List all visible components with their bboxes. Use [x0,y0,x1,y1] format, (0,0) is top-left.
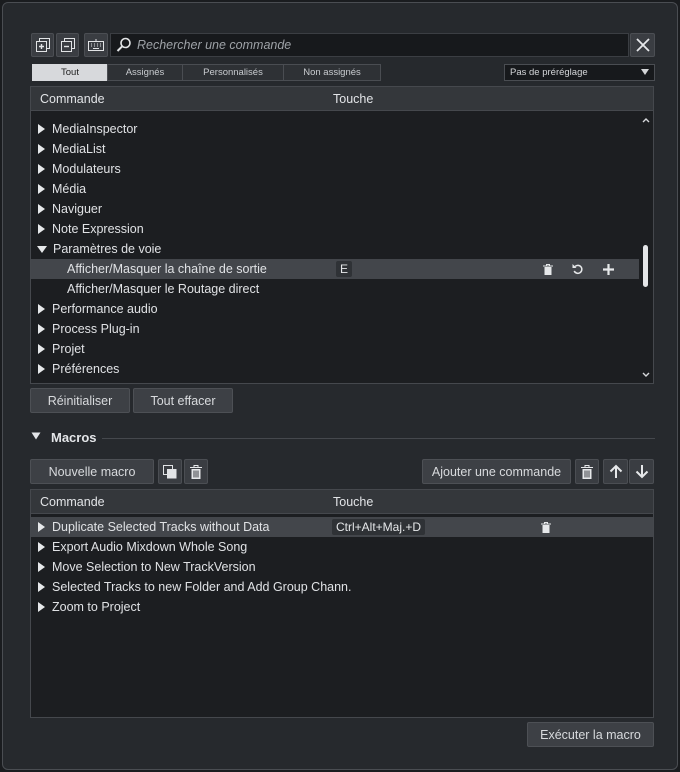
tree-row[interactable]: Paramètres de voie [31,239,639,259]
filter-tabs: Tout Assignés Personnalisés Non assignés [32,64,381,81]
add-command-button[interactable]: Ajouter une commande [422,459,571,484]
commands-scrollbar[interactable] [639,111,653,383]
macro-row[interactable]: Move Selection to New TrackVersion [31,557,653,577]
arrow-down-icon [635,465,648,479]
macro-row-selected[interactable]: Duplicate Selected Tracks without Data C… [31,517,653,537]
delete-key-button[interactable] [541,262,555,276]
trash-icon [543,263,553,275]
collapse-all-button[interactable] [56,33,79,57]
tab-customized[interactable]: Personnalisés [182,64,284,81]
tree-row[interactable]: Note Expression [31,219,639,239]
caret-right-icon[interactable] [38,364,45,374]
tab-all[interactable]: Tout [32,64,108,81]
caret-right-icon[interactable] [38,144,45,154]
new-macro-button[interactable]: Nouvelle macro [30,459,154,484]
tree-row[interactable]: Naviguer [31,199,639,219]
macros-table: Commande Touche Duplicate Selected Track… [30,489,654,718]
column-header-key: Touche [333,92,374,106]
caret-right-icon[interactable] [38,124,45,134]
tree-row-selected[interactable]: Afficher/Masquer la chaîne de sortie E [31,259,639,279]
plus-icon [602,263,614,275]
column-header-key: Touche [333,495,374,509]
scroll-up-icon[interactable] [639,116,653,124]
caret-right-icon[interactable] [38,184,45,194]
macro-row[interactable]: Export Audio Mixdown Whole Song [31,537,653,557]
caret-right-icon[interactable] [38,582,45,592]
caret-right-icon[interactable] [38,522,45,532]
reset-button[interactable]: Réinitialiser [30,388,130,413]
keyboard-icon [88,39,104,51]
clear-search-button[interactable] [630,33,655,57]
tree-row[interactable]: Projet [31,339,639,359]
execute-macro-button[interactable]: Exécuter la macro [527,722,654,747]
scroll-down-icon[interactable] [639,371,653,379]
move-down-button[interactable] [629,459,654,484]
search-icon [116,37,131,52]
macros-table-header: Commande Touche [31,490,653,514]
tree-row[interactable]: Afficher/Masquer le Routage direct [31,279,639,299]
reset-key-button[interactable] [571,262,585,276]
macro-row[interactable]: Zoom to Project [31,597,653,617]
expand-all-button[interactable] [31,33,54,57]
tree-row[interactable]: Modulateurs [31,159,639,179]
search-field[interactable]: Rechercher une commande [110,33,629,57]
tree-row[interactable]: Process Plug-in [31,319,639,339]
undo-icon [572,264,583,275]
scrollbar-thumb[interactable] [643,245,648,287]
macros-collapse-icon[interactable] [31,432,41,440]
duplicate-macro-button[interactable] [158,459,182,484]
preset-select[interactable]: Pas de préréglage [504,64,655,81]
delete-command-button[interactable] [575,459,599,484]
search-placeholder: Rechercher une commande [137,38,292,52]
delete-macro-button[interactable] [184,459,208,484]
caret-down-icon[interactable] [37,245,47,253]
expand-all-icon [35,38,50,52]
macro-row[interactable]: Selected Tracks to new Folder and Add Gr… [31,577,653,597]
caret-right-icon[interactable] [38,344,45,354]
tree-row[interactable]: MediaList [31,139,639,159]
tab-unassigned[interactable]: Non assignés [283,64,381,81]
delete-macro-key-button[interactable] [539,520,553,534]
macros-divider [102,438,655,439]
macros-section-title: Macros [51,430,97,445]
trash-icon [541,521,551,533]
column-header-command: Commande [40,495,105,509]
key-badge: E [336,261,353,277]
caret-right-icon[interactable] [38,324,45,334]
preset-select-value: Pas de préréglage [510,67,588,78]
caret-right-icon[interactable] [38,304,45,314]
keyboard-button[interactable] [84,33,108,57]
tab-assigned[interactable]: Assignés [107,64,183,81]
key-commands-window: Rechercher une commande Tout Assignés Pe… [2,2,678,770]
caret-right-icon[interactable] [38,164,45,174]
caret-right-icon[interactable] [38,602,45,612]
caret-right-icon[interactable] [38,204,45,214]
tree-row[interactable]: Préférences [31,359,639,379]
arrow-up-icon [609,464,622,478]
column-header-command: Commande [40,92,105,106]
commands-table-header: Commande Touche [31,87,653,111]
trash-icon [581,464,593,479]
add-key-button[interactable] [601,262,615,276]
caret-right-icon[interactable] [38,542,45,552]
commands-table: Commande Touche MediaInspector MediaList… [30,86,654,384]
collapse-all-icon [60,38,75,52]
caret-right-icon[interactable] [38,562,45,572]
caret-right-icon[interactable] [38,224,45,234]
chevron-down-icon [641,69,649,75]
tree-row[interactable]: Performance audio [31,299,639,319]
key-badge: Ctrl+Alt+Maj.+D [332,519,426,535]
move-up-button[interactable] [603,459,628,484]
tree-row[interactable]: Média [31,179,639,199]
trash-icon [190,464,202,479]
close-icon [635,38,650,52]
copy-icon [163,464,177,478]
tree-row[interactable]: MediaInspector [31,119,639,139]
clear-all-button[interactable]: Tout effacer [133,388,233,413]
